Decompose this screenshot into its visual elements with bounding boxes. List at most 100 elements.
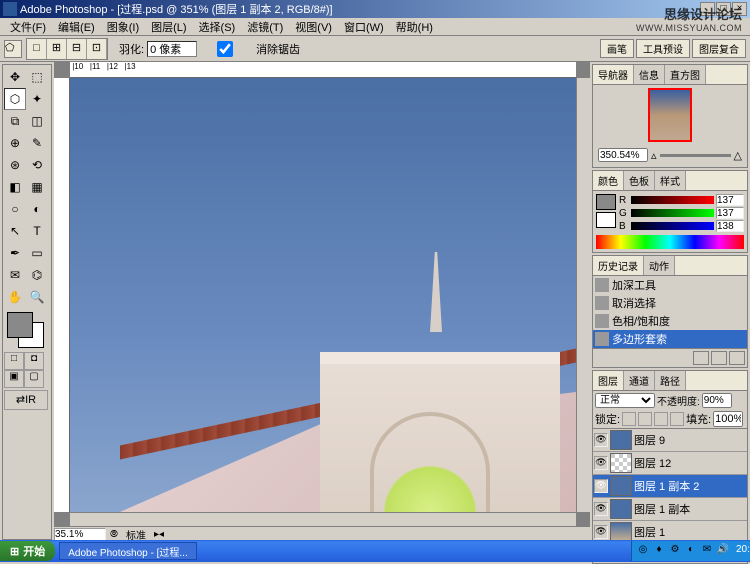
- tab-channels[interactable]: 通道: [624, 371, 655, 390]
- tab-styles[interactable]: 样式: [655, 171, 686, 190]
- scrollbar-horizontal[interactable]: [70, 512, 576, 526]
- tab-navigator[interactable]: 导航器: [593, 65, 634, 84]
- lock-trans-icon[interactable]: [622, 412, 636, 426]
- marquee-tool[interactable]: ⬚: [26, 66, 48, 88]
- eyedropper-tool[interactable]: ⌬: [26, 264, 48, 286]
- quickmask-on[interactable]: ◘: [24, 352, 44, 370]
- eraser-tool[interactable]: ◧: [4, 176, 26, 198]
- lock-all-icon[interactable]: [670, 412, 684, 426]
- foreground-color[interactable]: [7, 312, 33, 338]
- navigator-zoom-slider[interactable]: [660, 154, 731, 157]
- system-tray[interactable]: ◎ ♦ ⚙ ◐ ✉ 🔊 20:57: [631, 541, 750, 561]
- color-fg-swatch[interactable]: [596, 194, 616, 210]
- menu-layer[interactable]: 图层(L): [145, 19, 192, 35]
- tab-info[interactable]: 信息: [634, 65, 665, 84]
- color-bg-swatch[interactable]: [596, 212, 616, 228]
- lasso-tool[interactable]: ⬡: [4, 88, 26, 110]
- tray-icon[interactable]: ◎: [636, 544, 650, 558]
- tab-paths[interactable]: 路径: [655, 371, 686, 390]
- tab-histogram[interactable]: 直方图: [665, 65, 706, 84]
- tab-swatches[interactable]: 色板: [624, 171, 655, 190]
- g-input[interactable]: [716, 207, 744, 219]
- canvas[interactable]: [70, 78, 576, 512]
- hand-tool[interactable]: ✋: [4, 286, 26, 308]
- taskbar-app-button[interactable]: Adobe Photoshop - [过程...: [59, 542, 197, 560]
- brush-tool[interactable]: ✎: [26, 132, 48, 154]
- scrollbar-vertical[interactable]: [576, 78, 590, 512]
- menu-image[interactable]: 图象(I): [101, 19, 145, 35]
- menu-window[interactable]: 窗口(W): [338, 19, 390, 35]
- b-input[interactable]: [716, 220, 744, 232]
- stamp-tool[interactable]: ⊛: [4, 154, 26, 176]
- history-new-button[interactable]: [711, 351, 727, 365]
- crop-tool[interactable]: ⧉: [4, 110, 26, 132]
- path-tool[interactable]: ↖: [4, 220, 26, 242]
- color-swatches[interactable]: [4, 312, 48, 348]
- navigator-zoom-input[interactable]: [598, 148, 648, 162]
- visibility-icon[interactable]: 👁: [594, 525, 608, 539]
- history-snapshot-button[interactable]: [693, 351, 709, 365]
- minimize-button[interactable]: _: [700, 2, 715, 16]
- history-delete-button[interactable]: [729, 351, 745, 365]
- tab-actions[interactable]: 动作: [644, 256, 675, 275]
- g-slider[interactable]: [631, 209, 714, 217]
- visibility-icon[interactable]: 👁: [594, 502, 608, 516]
- opacity-input[interactable]: [702, 393, 732, 408]
- layer-row[interactable]: 👁图层 9: [593, 429, 747, 452]
- sel-add[interactable]: ⊞: [47, 39, 67, 59]
- visibility-icon[interactable]: 👁: [594, 479, 608, 493]
- feather-input[interactable]: [147, 41, 197, 57]
- tab-color[interactable]: 颜色: [593, 171, 624, 190]
- tab-history[interactable]: 历史记录: [593, 256, 644, 275]
- r-slider[interactable]: [631, 196, 714, 204]
- start-button[interactable]: ⊞开始: [0, 541, 55, 561]
- tray-icon[interactable]: ◐: [684, 544, 698, 558]
- navigator-thumbnail[interactable]: [596, 88, 744, 146]
- gradient-tool[interactable]: ▦: [26, 176, 48, 198]
- wand-tool[interactable]: ✦: [26, 88, 48, 110]
- taskbar-clock[interactable]: 20:57: [732, 544, 746, 558]
- blur-tool[interactable]: ○: [4, 198, 26, 220]
- history-item[interactable]: 多边形套索: [593, 330, 747, 348]
- layer-row[interactable]: 👁图层 1 副本: [593, 498, 747, 521]
- dock-layercomps[interactable]: 图层复合: [692, 39, 746, 58]
- r-input[interactable]: [716, 194, 744, 206]
- sel-int[interactable]: ⊡: [87, 39, 107, 59]
- antialias-checkbox[interactable]: [200, 41, 250, 57]
- dock-toolpresets[interactable]: 工具预设: [636, 39, 690, 58]
- quickmask-off[interactable]: □: [4, 352, 24, 370]
- history-brush-tool[interactable]: ⟲: [26, 154, 48, 176]
- history-item[interactable]: 加深工具: [593, 276, 747, 294]
- heal-tool[interactable]: ⊕: [4, 132, 26, 154]
- blend-mode-select[interactable]: 正常: [595, 393, 655, 408]
- lock-paint-icon[interactable]: [638, 412, 652, 426]
- menu-select[interactable]: 选择(S): [193, 19, 242, 35]
- lock-move-icon[interactable]: [654, 412, 668, 426]
- ruler-horizontal[interactable]: |10 |11 |12 |13: [70, 62, 576, 78]
- screenmode-full[interactable]: ▢: [24, 370, 44, 388]
- history-item[interactable]: 色相/饱和度: [593, 312, 747, 330]
- active-tool-icon[interactable]: ⬠: [4, 40, 22, 58]
- notes-tool[interactable]: ✉: [4, 264, 26, 286]
- visibility-icon[interactable]: 👁: [594, 433, 608, 447]
- pen-tool[interactable]: ✒: [4, 242, 26, 264]
- b-slider[interactable]: [631, 222, 714, 230]
- slice-tool[interactable]: ◫: [26, 110, 48, 132]
- zoom-in-icon[interactable]: △: [734, 149, 742, 162]
- type-tool[interactable]: T: [26, 220, 48, 242]
- layer-row[interactable]: 👁图层 1 副本 2: [593, 475, 747, 498]
- dodge-tool[interactable]: ◐: [26, 198, 48, 220]
- menu-filter[interactable]: 滤镜(T): [241, 19, 289, 35]
- tray-icon[interactable]: ✉: [700, 544, 714, 558]
- menu-edit[interactable]: 编辑(E): [52, 19, 101, 35]
- tray-icon[interactable]: ⚙: [668, 544, 682, 558]
- visibility-icon[interactable]: 👁: [594, 456, 608, 470]
- screenmode-std[interactable]: ▣: [4, 370, 24, 388]
- menu-help[interactable]: 帮助(H): [390, 19, 439, 35]
- close-button[interactable]: ×: [732, 2, 747, 16]
- jump-to-imageready[interactable]: ⇄IR: [4, 390, 48, 410]
- dock-brushes[interactable]: 画笔: [600, 39, 634, 58]
- maximize-button[interactable]: □: [716, 2, 731, 16]
- move-tool[interactable]: ✥: [4, 66, 26, 88]
- history-item[interactable]: 取消选择: [593, 294, 747, 312]
